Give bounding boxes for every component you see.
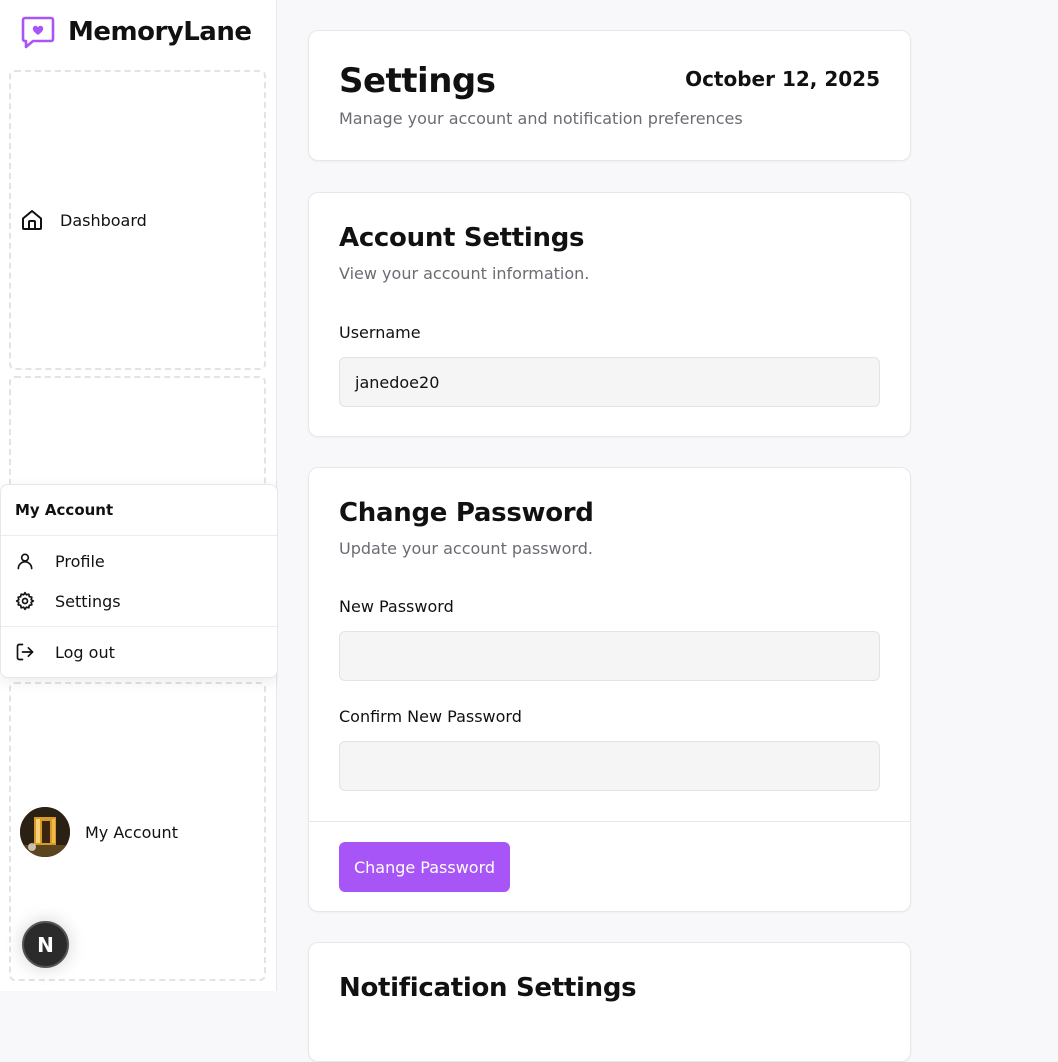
avatar [20,807,70,857]
new-password-field[interactable] [339,631,880,681]
new-password-label: New Password [339,597,454,616]
logout-icon [16,643,34,661]
brand[interactable]: MemoryLane [20,12,252,52]
current-date: October 12, 2025 [685,67,880,91]
sidebar-item-label: Dashboard [60,210,147,230]
change-password-subtitle: Update your account password. [339,539,593,558]
account-menu-title: My Account [15,501,114,519]
menu-item-profile[interactable]: Profile [15,551,105,571]
account-settings-subtitle: View your account information. [339,264,590,283]
card-divider [309,821,910,822]
confirm-password-field[interactable] [339,741,880,791]
notification-settings-card: Notification Settings [308,942,911,1062]
menu-divider [1,535,277,536]
change-password-button[interactable]: Change Password [339,842,510,892]
username-label: Username [339,323,421,342]
confirm-password-label: Confirm New Password [339,707,522,726]
page-title: Settings [339,61,496,101]
sidebar-account-label: My Account [85,822,178,842]
page-subtitle: Manage your account and notification pre… [339,109,743,128]
change-password-title: Change Password [339,498,594,528]
change-password-card: Change Password Update your account pass… [308,467,911,912]
message-heart-icon [21,16,55,49]
menu-divider [1,626,277,627]
sidebar-item-dashboard[interactable]: Dashboard [20,208,147,232]
menu-item-logout[interactable]: Log out [15,642,115,662]
brand-name: MemoryLane [68,17,252,47]
account-settings-card: Account Settings View your account infor… [308,192,911,437]
notification-settings-title: Notification Settings [339,973,637,1003]
gear-icon [15,591,35,611]
username-field[interactable]: janedoe20 [339,357,880,407]
menu-item-settings[interactable]: Settings [15,591,121,611]
account-settings-title: Account Settings [339,223,585,253]
home-icon [22,210,42,230]
n-badge-letter: N [37,932,54,957]
account-menu: My Account Profile Settings Log out [0,484,278,678]
menu-item-label: Profile [55,551,105,571]
menu-item-label: Log out [55,642,115,662]
user-icon [17,553,33,570]
menu-item-label: Settings [55,591,121,611]
header-card: Settings Manage your account and notific… [308,30,911,161]
sidebar-account[interactable]: My Account [20,807,178,857]
avatar-image [20,807,70,857]
n-badge-button[interactable]: N [22,921,69,968]
